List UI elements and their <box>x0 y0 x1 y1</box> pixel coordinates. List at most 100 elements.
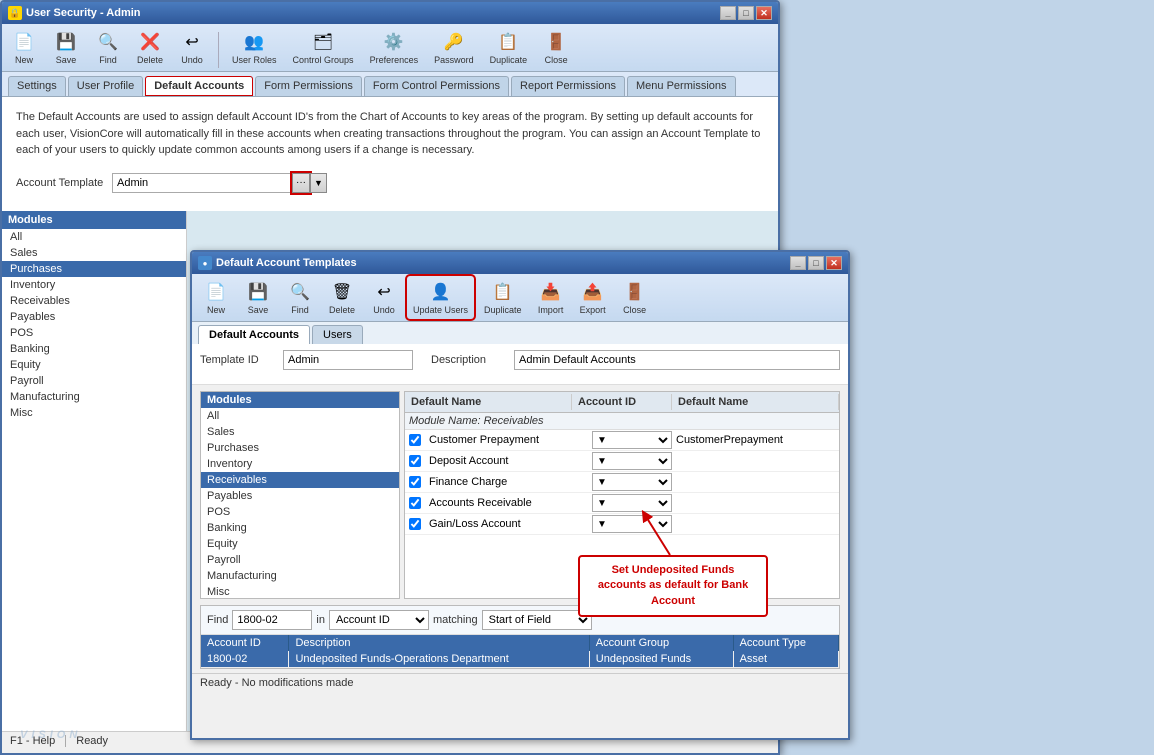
left-item-manufacturing[interactable]: Manufacturing <box>201 568 399 584</box>
account-dropdown-4[interactable]: ▼ <box>592 494 672 512</box>
account-dropdown-2[interactable]: ▼ <box>592 452 672 470</box>
left-item-pos[interactable]: POS <box>201 504 399 520</box>
sub-tab-default-accounts[interactable]: Default Accounts <box>198 325 310 344</box>
left-item-purchases[interactable]: Purchases <box>201 440 399 456</box>
delete-button[interactable]: ❌ Delete <box>132 27 168 68</box>
update-users-button[interactable]: 👤 Update Users <box>408 277 473 318</box>
account-dropdown-5[interactable]: ▼ <box>592 515 672 533</box>
sub-new-button[interactable]: 📄 New <box>198 277 234 318</box>
save-button[interactable]: 💾 Save <box>48 27 84 68</box>
result-description: Undeposited Funds-Operations Department <box>289 651 589 668</box>
sub-tab-users[interactable]: Users <box>312 325 363 344</box>
tab-menu-permissions[interactable]: Menu Permissions <box>627 76 735 96</box>
checkbox-3[interactable] <box>409 476 421 488</box>
export-button[interactable]: 📤 Export <box>575 277 611 318</box>
sub-duplicate-button[interactable]: 📋 Duplicate <box>479 277 527 318</box>
sub-undo-button[interactable]: ↩ Undo <box>366 277 402 318</box>
tab-user-profile[interactable]: User Profile <box>68 76 143 96</box>
description-label: Description <box>431 354 506 366</box>
result-row[interactable]: 1800-02 Undeposited Funds-Operations Dep… <box>201 651 839 668</box>
check-cell-5[interactable] <box>405 518 425 530</box>
sidebar-item-all[interactable]: All <box>2 229 186 245</box>
sidebar-item-receivables[interactable]: Receivables <box>2 293 186 309</box>
sub-new-icon: 📄 <box>204 280 228 304</box>
left-item-payroll[interactable]: Payroll <box>201 552 399 568</box>
sub-save-button[interactable]: 💾 Save <box>240 277 276 318</box>
new-button[interactable]: 📄 New <box>6 27 42 68</box>
dropdown-button[interactable]: ▼ <box>310 173 327 193</box>
sidebar-item-misc[interactable]: Misc <box>2 405 186 421</box>
user-roles-button[interactable]: 👥 User Roles <box>227 27 282 68</box>
checkbox-1[interactable] <box>409 434 421 446</box>
sidebar-item-banking[interactable]: Banking <box>2 341 186 357</box>
account-dropdown-1[interactable]: ▼ <box>592 431 672 449</box>
sub-delete-icon: 🗑 <box>330 280 354 304</box>
tab-default-accounts[interactable]: Default Accounts <box>145 76 253 96</box>
find-in-select[interactable]: Account ID <box>329 610 429 630</box>
tab-form-control-permissions[interactable]: Form Control Permissions <box>364 76 509 96</box>
logo: VISION <box>20 713 81 745</box>
left-item-equity[interactable]: Equity <box>201 536 399 552</box>
check-cell-1[interactable] <box>405 434 425 446</box>
maximize-button[interactable]: □ <box>738 6 754 20</box>
account-template-input[interactable] <box>112 173 292 193</box>
col-header-account-id: Account ID <box>201 635 289 651</box>
left-item-misc[interactable]: Misc <box>201 584 399 600</box>
import-button[interactable]: 📥 Import <box>533 277 569 318</box>
control-groups-button[interactable]: 🗂 Control Groups <box>288 27 359 68</box>
left-item-payables[interactable]: Payables <box>201 488 399 504</box>
template-id-input[interactable] <box>283 350 413 370</box>
left-item-sales[interactable]: Sales <box>201 424 399 440</box>
checkbox-4[interactable] <box>409 497 421 509</box>
close-main-button[interactable]: ✕ <box>756 6 772 20</box>
left-item-all[interactable]: All <box>201 408 399 424</box>
tab-form-permissions[interactable]: Form Permissions <box>255 76 362 96</box>
checkbox-2[interactable] <box>409 455 421 467</box>
account-template-input-group: ··· ▼ <box>112 173 327 193</box>
password-button[interactable]: 🔑 Password <box>429 27 479 68</box>
browse-button[interactable]: ··· <box>292 173 310 193</box>
sub-minimize-button[interactable]: _ <box>790 256 806 270</box>
sidebar: Modules All Sales Purchases Inventory Re… <box>2 211 187 731</box>
left-item-banking[interactable]: Banking <box>201 520 399 536</box>
sub-maximize-button[interactable]: □ <box>808 256 824 270</box>
sidebar-item-inventory[interactable]: Inventory <box>2 277 186 293</box>
left-item-receivables[interactable]: Receivables <box>201 472 399 488</box>
duplicate-button[interactable]: 📋 Duplicate <box>485 27 533 68</box>
find-button[interactable]: 🔍 Find <box>90 27 126 68</box>
minimize-button[interactable]: _ <box>720 6 736 20</box>
sidebar-item-payables[interactable]: Payables <box>2 309 186 325</box>
left-modules-panel: Modules All Sales Purchases Inventory Re… <box>200 391 400 599</box>
sidebar-item-manufacturing[interactable]: Manufacturing <box>2 389 186 405</box>
undo-button[interactable]: ↩ Undo <box>174 27 210 68</box>
export-label: Export <box>580 305 606 315</box>
account-dropdown-3[interactable]: ▼ <box>592 473 672 491</box>
sub-close-label: Close <box>623 305 646 315</box>
sidebar-item-purchases[interactable]: Purchases <box>2 261 186 277</box>
sub-find-button[interactable]: 🔍 Find <box>282 277 318 318</box>
main-window-title: User Security - Admin <box>26 7 141 19</box>
sidebar-item-payroll[interactable]: Payroll <box>2 373 186 389</box>
close-button[interactable]: 🚪 Close <box>538 27 574 68</box>
annotation-text: Set Undeposited Fundsaccounts as default… <box>598 564 748 607</box>
check-cell-3[interactable] <box>405 476 425 488</box>
sub-delete-button[interactable]: 🗑 Delete <box>324 277 360 318</box>
save-label: Save <box>56 55 77 65</box>
preferences-button[interactable]: ⚙️ Preferences <box>365 27 424 68</box>
sidebar-item-sales[interactable]: Sales <box>2 245 186 261</box>
tab-settings[interactable]: Settings <box>8 76 66 96</box>
checkbox-5[interactable] <box>409 518 421 530</box>
find-input[interactable] <box>232 610 312 630</box>
sidebar-item-pos[interactable]: POS <box>2 325 186 341</box>
sub-close-btn[interactable]: 🚪 Close <box>617 277 653 318</box>
left-item-inventory[interactable]: Inventory <box>201 456 399 472</box>
sidebar-item-equity[interactable]: Equity <box>2 357 186 373</box>
check-cell-4[interactable] <box>405 497 425 509</box>
find-matching-select[interactable]: Start of Field <box>482 610 592 630</box>
close-label: Close <box>545 55 568 65</box>
check-cell-2[interactable] <box>405 455 425 467</box>
sub-close-button[interactable]: ✕ <box>826 256 842 270</box>
table-row-2: Deposit Account ▼ <box>405 451 839 472</box>
description-input[interactable] <box>514 350 840 370</box>
tab-report-permissions[interactable]: Report Permissions <box>511 76 625 96</box>
